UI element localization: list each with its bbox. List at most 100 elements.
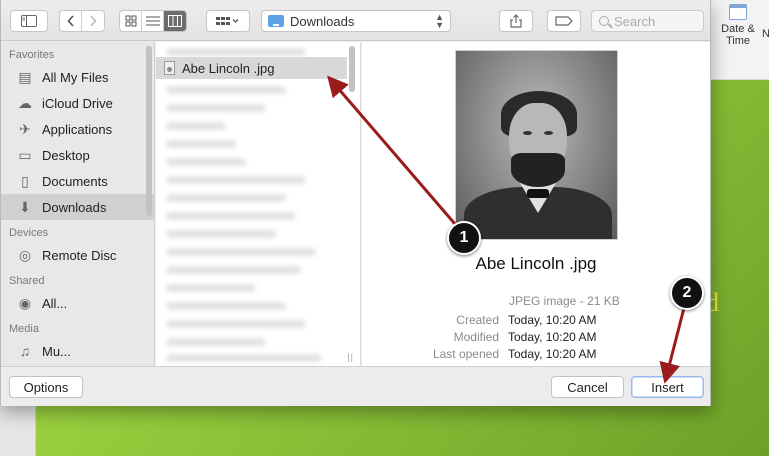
preview-pane: Abe Lincoln .jpg JPEG image - 21 KB Crea… xyxy=(362,42,710,366)
portrait-eye-left xyxy=(523,131,532,135)
list-view-button[interactable] xyxy=(142,11,164,31)
insert-button[interactable]: Insert xyxy=(631,376,704,398)
blurred-file-row xyxy=(166,104,266,112)
sidebar-item-downloads[interactable]: ⬇ Downloads xyxy=(1,194,154,220)
preview-row-last-opened: Last opened Today, 10:20 AM xyxy=(362,347,710,365)
portrait-beard xyxy=(511,153,565,187)
sidebar-item-label: Remote Disc xyxy=(42,247,117,263)
sidebar-item-all-shared[interactable]: ◉ All... xyxy=(1,290,154,316)
blurred-file-row xyxy=(166,140,236,148)
chevron-left-icon xyxy=(66,15,74,27)
dialog-footer: Options Cancel Insert xyxy=(1,366,710,406)
annotation-badge-2: 2 xyxy=(670,276,704,310)
sidebar-item-applications[interactable]: ✈ Applications xyxy=(1,116,154,142)
blurred-file-row xyxy=(166,266,301,274)
preview-value: Today, 10:20 AM xyxy=(508,347,597,361)
image-file-icon xyxy=(164,61,175,75)
sidebar-item-all-my-files[interactable]: ▤ All My Files xyxy=(1,64,154,90)
date-time-label-1: Date & xyxy=(721,23,755,35)
annotation-badge-1: 1 xyxy=(447,221,481,255)
blurred-file-row xyxy=(166,194,286,202)
sidebar-item-label: All My Files xyxy=(42,69,109,85)
cancel-button[interactable]: Cancel xyxy=(551,376,624,398)
blurred-file-row xyxy=(166,86,286,94)
sidebar-item-desktop[interactable]: ▭ Desktop xyxy=(1,142,154,168)
sidebar-item-label: Desktop xyxy=(42,147,90,163)
file-name: Abe Lincoln .jpg xyxy=(182,60,275,76)
share-icon xyxy=(510,14,522,28)
sidebar: Favorites ▤ All My Files ☁ iCloud Drive … xyxy=(1,42,155,366)
documents-icon: ▯ xyxy=(21,172,29,189)
sidebar-item-music[interactable]: ♫ Mu... xyxy=(1,338,154,364)
navigation-buttons xyxy=(59,10,105,32)
preview-file-kind: JPEG image - 21 KB xyxy=(509,294,620,308)
sidebar-item-label: Applications xyxy=(42,121,113,137)
blurred-file-row xyxy=(166,320,306,328)
preview-file-name: Abe Lincoln .jpg xyxy=(475,254,597,273)
partial-ribbon-label: N xyxy=(762,28,769,40)
downloads-folder-icon xyxy=(268,15,284,27)
options-button[interactable]: Options xyxy=(9,376,83,398)
forward-button[interactable] xyxy=(82,11,104,31)
grid-arrange-icon xyxy=(216,17,239,25)
tags-button[interactable] xyxy=(547,10,581,32)
search-field[interactable]: Search xyxy=(591,10,704,32)
date-time-button[interactable]: Date & Time xyxy=(716,4,760,47)
preview-key: Modified xyxy=(453,330,499,344)
share-button[interactable] xyxy=(499,10,533,32)
search-placeholder: Search xyxy=(614,13,656,29)
location-label: Downloads xyxy=(290,13,355,29)
dialog-toolbar: Downloads ▲ ▼ Search xyxy=(1,0,710,41)
blurred-file-row xyxy=(166,338,266,346)
cloud-icon: ☁ xyxy=(18,94,32,111)
column-view-button[interactable] xyxy=(164,11,186,31)
desktop-icon: ▭ xyxy=(18,146,32,163)
applications-icon: ✈ xyxy=(19,120,31,137)
downloads-icon: ⬇ xyxy=(19,198,31,215)
calendar-icon xyxy=(729,4,747,20)
preview-row-created: Created Today, 10:20 AM xyxy=(362,313,710,331)
blurred-file-row xyxy=(166,354,321,362)
file-column: Abe Lincoln .jpg || xyxy=(156,42,361,366)
sidebar-header-devices: Devices xyxy=(9,227,49,239)
sidebar-header-shared: Shared xyxy=(9,275,45,287)
preview-value: Today, 10:20 AM xyxy=(508,313,597,327)
file-row-selected[interactable]: Abe Lincoln .jpg xyxy=(156,57,347,79)
sidebar-item-label: Downloads xyxy=(42,199,107,215)
back-button[interactable] xyxy=(60,11,82,31)
blurred-file-row xyxy=(166,230,276,238)
insert-picture-dialog: Downloads ▲ ▼ Search Favorites ▤ All My F… xyxy=(0,0,711,406)
all-files-icon: ▤ xyxy=(18,68,32,85)
chevron-right-icon xyxy=(90,15,97,27)
preview-key: Created xyxy=(456,313,499,327)
blurred-file-row xyxy=(166,48,306,56)
sidebar-item-remote-disc[interactable]: ◎ Remote Disc xyxy=(1,242,154,268)
sidebar-toggle-icon xyxy=(21,15,37,27)
network-icon: ◉ xyxy=(18,294,32,311)
date-time-label-2: Time xyxy=(725,35,751,47)
blurred-file-row xyxy=(166,176,306,184)
sidebar-item-label: iCloud Drive xyxy=(42,95,113,111)
preview-row-modified: Modified Today, 10:20 AM xyxy=(362,330,710,348)
preview-value: Today, 10:20 AM xyxy=(508,330,597,344)
music-icon: ♫ xyxy=(19,343,31,359)
location-dropdown[interactable]: Downloads ▲ ▼ xyxy=(261,10,451,32)
sidebar-item-icloud-drive[interactable]: ☁ iCloud Drive xyxy=(1,90,154,116)
arrange-button[interactable] xyxy=(206,10,250,32)
icon-view-button[interactable] xyxy=(120,11,142,31)
portrait-bowtie xyxy=(527,189,549,198)
file-column-scrollbar[interactable] xyxy=(349,46,355,92)
sidebar-scrollbar[interactable] xyxy=(146,46,152,216)
preview-key: Last opened xyxy=(432,347,499,361)
blurred-file-row xyxy=(166,158,246,166)
list-view-icon xyxy=(145,16,160,26)
blurred-file-row xyxy=(166,122,226,130)
sidebar-item-documents[interactable]: ▯ Documents xyxy=(1,168,154,194)
image-thumbnail xyxy=(455,50,618,240)
view-mode-switcher xyxy=(119,10,187,32)
column-resize-handle[interactable]: || xyxy=(347,352,354,362)
sidebar-toggle-button[interactable] xyxy=(10,10,48,32)
updown-chevron-icon: ▲ ▼ xyxy=(435,12,444,30)
sidebar-item-label: All... xyxy=(42,295,68,311)
blurred-file-row xyxy=(166,302,286,310)
